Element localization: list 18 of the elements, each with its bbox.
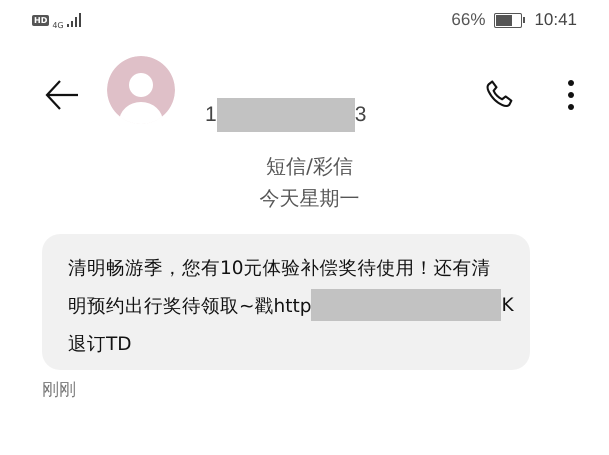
date-label: 今天星期一 (260, 185, 360, 212)
more-options-icon[interactable] (567, 79, 575, 111)
phone-number: 1 (205, 103, 217, 127)
network-label: 4G (52, 20, 64, 30)
hd-badge: HD (32, 14, 50, 26)
clock-time: 10:41 (534, 10, 577, 30)
battery-percent: 66% (451, 10, 486, 30)
message-text: K (501, 294, 514, 316)
message-time: 刚刚 (42, 379, 77, 401)
back-arrow-icon[interactable] (44, 79, 80, 111)
channel-label: 短信/彩信 (266, 153, 353, 180)
avatar-icon (107, 56, 175, 124)
battery-icon (494, 12, 522, 28)
message-text: 清明畅游季，您有10元体验补偿奖待使用！还有清 (68, 256, 491, 280)
message-text: 退订TD (68, 332, 132, 356)
message-text: 明预约出行奖待领取~戳http (68, 294, 312, 318)
phone-number: 3 (354, 103, 366, 127)
signal-icon (66, 13, 83, 27)
